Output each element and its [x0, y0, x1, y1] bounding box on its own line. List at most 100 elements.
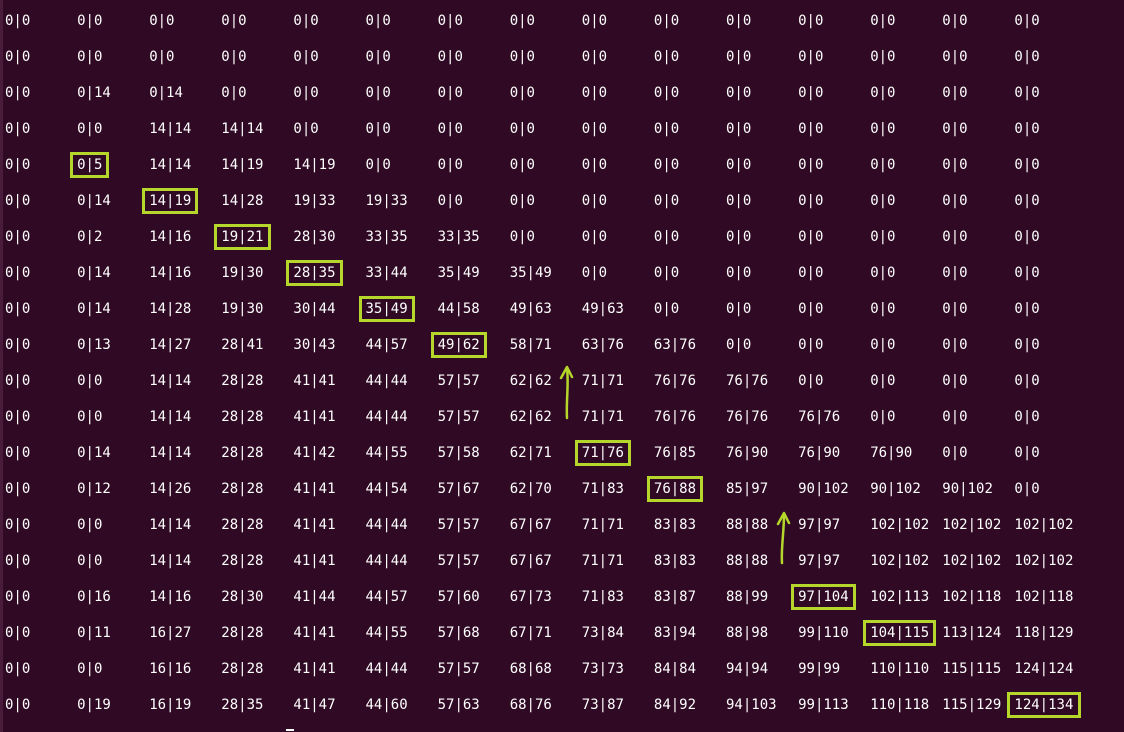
table-cell: 14|19: [221, 157, 264, 173]
table-cell: 41|41: [293, 661, 336, 677]
table-cell: 76|76: [653, 373, 697, 389]
table-cell: 0|0: [726, 157, 752, 173]
table-cell: 102|102: [942, 553, 1002, 569]
table-cell: 68|68: [509, 661, 552, 677]
table-cell: 19|30: [221, 265, 264, 281]
table-cell: 0|19: [77, 697, 111, 713]
table-cell: 88|88: [726, 553, 769, 569]
table-cell: 14|19: [149, 193, 192, 209]
table-cell: 0|0: [365, 121, 391, 137]
table-cell: 14|14: [149, 409, 192, 425]
table-cell: 57|58: [437, 445, 480, 461]
table-cell: 0|0: [1014, 13, 1040, 29]
table-cell: 88|99: [726, 589, 769, 605]
table-cell: 0|0: [77, 121, 103, 137]
table-cell: 0|0: [581, 13, 608, 29]
table-cell: 0|0: [942, 49, 968, 65]
table-cell: 71|71: [581, 409, 624, 425]
table-cell: 0|0: [1014, 193, 1040, 209]
table-cell: 63|76: [581, 337, 624, 353]
table-cell: 76|85: [653, 445, 697, 461]
table-cell: 28|30: [293, 229, 336, 245]
table-cell: 28|28: [221, 553, 264, 569]
table-cell: 35|49: [365, 301, 408, 317]
table-cell: 63|76: [653, 337, 697, 353]
table-cell: 0|0: [1014, 157, 1040, 173]
terminal-left-edge: [0, 0, 3, 732]
table-cell: 85|97: [726, 481, 769, 497]
table-cell: 44|44: [365, 661, 408, 677]
table-cell: 0|0: [221, 85, 247, 101]
table-cell: 0|0: [798, 301, 824, 317]
table-cell: 0|0: [1014, 265, 1040, 281]
table-cell: 0|0: [437, 157, 463, 173]
table-cell: 33|35: [365, 229, 408, 245]
table-cell: 102|118: [1014, 589, 1074, 605]
table-cell: 88|88: [726, 517, 769, 533]
table-cell: 115|115: [942, 661, 1002, 677]
table-cell: 0|0: [5, 697, 31, 713]
table-cell: 113|124: [942, 625, 1002, 641]
table-cell: 0|0: [5, 337, 31, 353]
table-cell: 14|28: [221, 193, 264, 209]
table-cell: 0|0: [5, 265, 31, 281]
table-cell: 62|62: [509, 409, 552, 425]
table-cell: 0|0: [653, 13, 680, 29]
table-cell: 0|0: [798, 85, 824, 101]
terminal-window[interactable]: 0|0 0|0 0|0 0|0 0|0 0|0 0|0 0|0 0|0 0|0 0|0 0|0 0|0 0…: [0, 0, 1124, 732]
table-cell: 28|35: [293, 265, 336, 281]
table-cell: 0|0: [798, 13, 824, 29]
table-cell: 57|67: [437, 481, 480, 497]
table-cell: 102|102: [942, 517, 1002, 533]
table-cell: 94|103: [726, 697, 777, 713]
table-cell: 0|0: [509, 49, 535, 65]
table-cell: 0|0: [581, 49, 608, 65]
table-cell: 0|0: [149, 49, 175, 65]
table-cell: 0|0: [726, 193, 752, 209]
table-cell: 0|0: [5, 373, 31, 389]
table-cell: 57|60: [437, 589, 480, 605]
table-cell: 0|13: [77, 337, 111, 353]
table-cell: 0|0: [870, 301, 896, 317]
table-cell: 0|0: [509, 121, 535, 137]
table-cell: 14|14: [149, 517, 192, 533]
table-cell: 33|35: [437, 229, 480, 245]
table-cell: 0|0: [726, 265, 752, 281]
table-cell: 0|0: [942, 445, 968, 461]
table-cell: 97|97: [798, 517, 841, 533]
table-cell: 0|0: [77, 661, 103, 677]
table-cell: 0|0: [5, 481, 31, 497]
table-cell: 0|0: [5, 121, 31, 137]
table-cell: 0|0: [5, 589, 31, 605]
table-cell: 0|0: [581, 193, 608, 209]
table-cell: 0|0: [653, 265, 680, 281]
table-cell: 0|0: [581, 265, 608, 281]
table-cell: 90|102: [798, 481, 849, 497]
table-cell: 0|12: [77, 481, 111, 497]
table-cell: 57|57: [437, 409, 480, 425]
table-cell: 76|76: [653, 409, 697, 425]
table-cell: 0|0: [581, 85, 608, 101]
table-cell: 35|49: [437, 265, 480, 281]
table-cell: 83|83: [653, 517, 697, 533]
table-cell: 44|55: [365, 625, 408, 641]
table-cell: 71|71: [581, 373, 624, 389]
table-cell: 57|57: [437, 373, 480, 389]
table-cell: 0|0: [5, 229, 31, 245]
table-cell: 14|28: [149, 301, 192, 317]
table-cell: 28|28: [221, 445, 264, 461]
table-cell: 102|118: [942, 589, 1002, 605]
table-cell: 0|0: [5, 625, 31, 641]
table-cell: 83|87: [653, 589, 697, 605]
table-cell: 0|0: [798, 121, 824, 137]
table-cell: 0|0: [870, 49, 896, 65]
table-cell: 44|60: [365, 697, 408, 713]
table-cell: 102|113: [870, 589, 930, 605]
table-cell: 28|28: [221, 517, 264, 533]
table-cell: 44|57: [365, 337, 408, 353]
table-cell: 0|0: [5, 49, 31, 65]
table-cell: 0|0: [1014, 337, 1040, 353]
table-cell: 14|14: [149, 445, 192, 461]
table-cell: 0|0: [942, 337, 968, 353]
table-cell: 0|0: [653, 193, 680, 209]
